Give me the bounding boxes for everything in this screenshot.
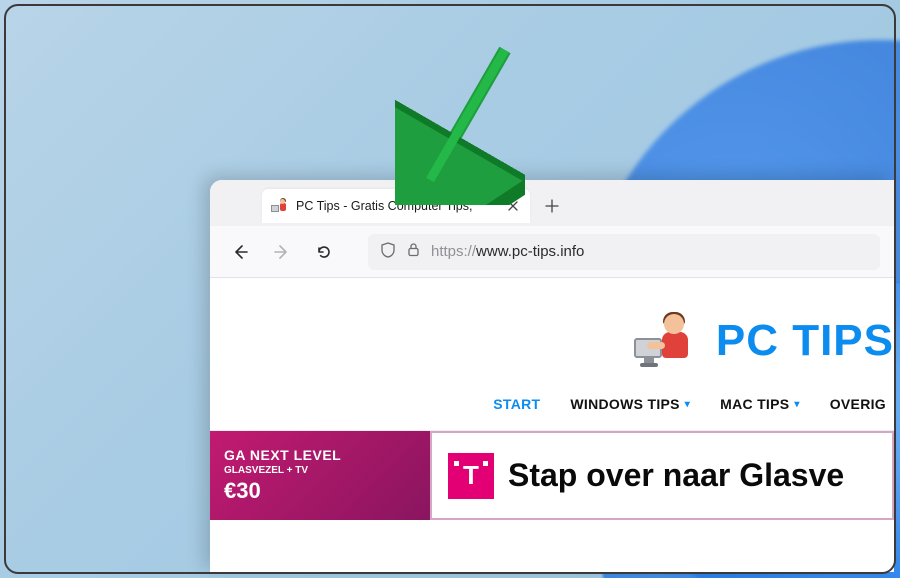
ad-left-price: €30 xyxy=(224,478,416,504)
browser-tab[interactable]: PC Tips - Gratis Computer Tips, xyxy=(262,189,530,223)
nav-link-windows-tips[interactable]: WINDOWS TIPS▾ xyxy=(570,396,690,412)
lock-icon xyxy=(406,242,421,261)
ad-banner-row: GA NEXT LEVEL GLASVEZEL + TV €30 T Stap … xyxy=(210,430,894,520)
new-tab-button[interactable] xyxy=(538,192,566,220)
forward-button[interactable] xyxy=(266,236,298,268)
site-logo[interactable] xyxy=(640,312,698,370)
site-nav: START WINDOWS TIPS▾ MAC TIPS▾ OVERIG xyxy=(210,378,894,430)
ad-left-line1: GA NEXT LEVEL xyxy=(224,447,416,463)
page-content: PC TIPS START WINDOWS TIPS▾ MAC TIPS▾ OV… xyxy=(210,278,894,572)
url-host: www.pc-tips.info xyxy=(476,243,584,260)
ad-left-line2: GLASVEZEL + TV xyxy=(224,465,416,476)
shield-icon xyxy=(380,242,396,262)
site-title: PC TIPS xyxy=(716,316,894,366)
ad-right[interactable]: T Stap over naar Glasve xyxy=(430,431,894,520)
tab-close-button[interactable] xyxy=(504,197,522,215)
site-header: PC TIPS xyxy=(210,278,894,378)
arrow-right-icon xyxy=(273,243,291,261)
nav-link-start[interactable]: START xyxy=(493,396,540,412)
address-url: https://www.pc-tips.info xyxy=(431,243,584,260)
browser-window: PC Tips - Gratis Computer Tips, xyxy=(210,180,894,572)
chevron-down-icon: ▾ xyxy=(685,399,690,410)
reload-button[interactable] xyxy=(308,236,340,268)
close-icon xyxy=(508,201,518,211)
ad-left[interactable]: GA NEXT LEVEL GLASVEZEL + TV €30 xyxy=(210,431,430,520)
plus-icon xyxy=(545,199,559,213)
ad-right-text: Stap over naar Glasve xyxy=(508,457,844,494)
nav-link-mac-tips[interactable]: MAC TIPS▾ xyxy=(720,396,800,412)
tab-favicon xyxy=(272,198,288,214)
toolbar: https://www.pc-tips.info xyxy=(210,226,894,278)
url-protocol: https:// xyxy=(431,243,476,260)
tab-strip: PC Tips - Gratis Computer Tips, xyxy=(210,180,894,226)
nav-link-overig[interactable]: OVERIG xyxy=(830,396,886,412)
tmobile-logo: T xyxy=(448,453,494,499)
arrow-left-icon xyxy=(231,243,249,261)
address-bar[interactable]: https://www.pc-tips.info xyxy=(368,234,880,270)
back-button[interactable] xyxy=(224,236,256,268)
tab-title: PC Tips - Gratis Computer Tips, xyxy=(296,199,496,213)
chevron-down-icon: ▾ xyxy=(794,399,799,410)
reload-icon xyxy=(315,243,333,261)
